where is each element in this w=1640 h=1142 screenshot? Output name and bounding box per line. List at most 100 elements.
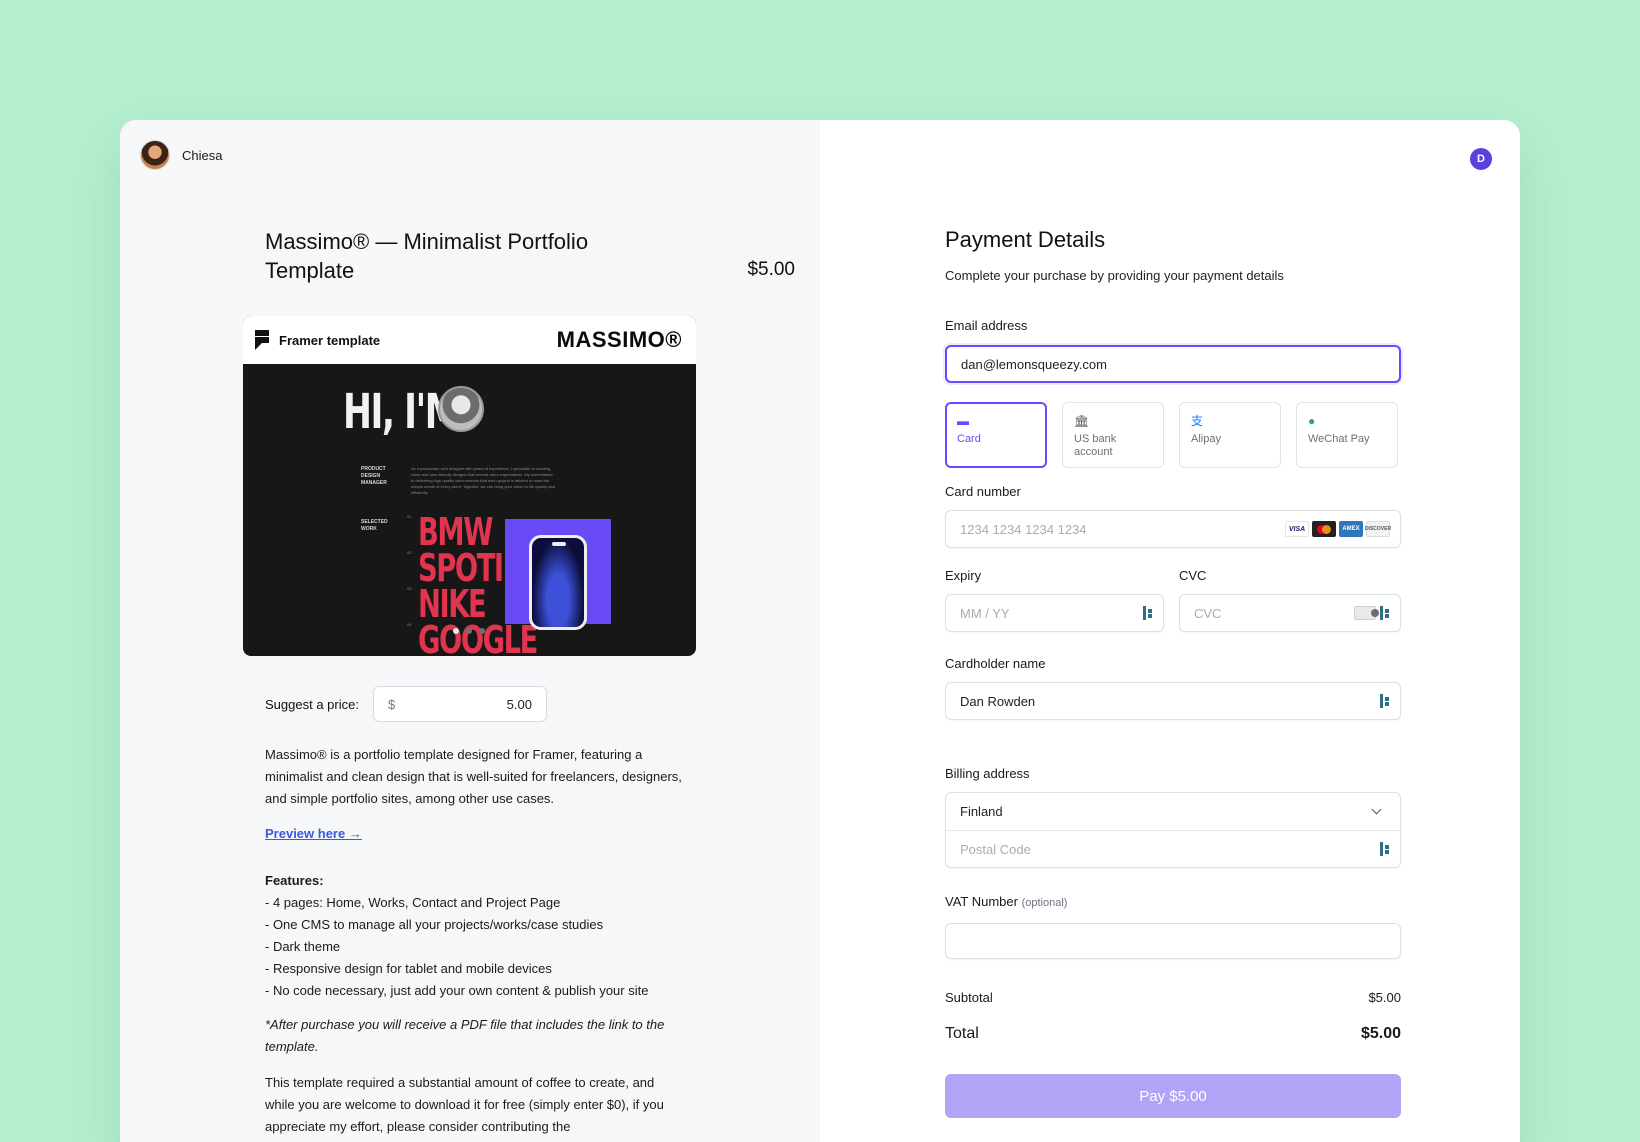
checkout-window: Chiesa Massimo® — Minimalist Portfolio T… xyxy=(120,120,1520,1142)
visa-icon: VISA xyxy=(1285,521,1309,537)
seller-avatar xyxy=(140,140,170,170)
feature-item: - One CMS to manage all your projects/wo… xyxy=(265,917,604,932)
payment-panel: D Payment Details Complete your purchase… xyxy=(820,120,1520,1142)
method-label: US bank account xyxy=(1074,433,1117,458)
preview-role-label: PRODUCT DESIGN MANAGER xyxy=(361,466,387,486)
cardholder-label: Cardholder name xyxy=(945,656,1046,671)
suggest-price: Suggest a price: $ 5.00 xyxy=(265,686,547,722)
feature-item: - Responsive design for tablet and mobil… xyxy=(265,961,552,976)
method-label: Alipay xyxy=(1191,433,1221,445)
autofill-icon[interactable] xyxy=(1380,606,1390,620)
seller-info: Chiesa xyxy=(140,140,222,170)
expiry-field[interactable]: MM / YY xyxy=(945,594,1164,632)
bank-icon: 🏛 xyxy=(1074,414,1090,428)
vat-field[interactable] xyxy=(945,923,1401,959)
cvc-field[interactable]: CVC xyxy=(1179,594,1401,632)
country-select[interactable]: Finland xyxy=(946,793,1400,830)
work-num: 02 xyxy=(407,550,412,555)
product-panel: Chiesa Massimo® — Minimalist Portfolio T… xyxy=(120,120,820,1142)
cvc-label: CVC xyxy=(1179,568,1207,583)
autofill-icon[interactable] xyxy=(1143,606,1153,620)
payment-methods: ▬ Card 🏛 US bank account 支 Alipay ● WeCh… xyxy=(945,402,1398,468)
vat-optional: (optional) xyxy=(1021,897,1068,909)
alipay-icon: 支 xyxy=(1191,414,1204,428)
subtotal-value: $5.00 xyxy=(1368,990,1401,1005)
billing-label: Billing address xyxy=(945,766,1030,781)
user-avatar[interactable]: D xyxy=(1470,148,1492,170)
product-preview-image: Framer template MASSIMO® HI, I'M PRODUCT… xyxy=(243,316,696,656)
suggest-price-label: Suggest a price: xyxy=(265,696,359,712)
carousel-dots xyxy=(453,628,485,634)
framer-badge: Framer template xyxy=(255,330,380,350)
preview-portrait xyxy=(438,386,484,432)
postal-code-placeholder: Postal Code xyxy=(960,841,1031,857)
method-label: WeChat Pay xyxy=(1308,433,1370,445)
card-icon: ▬ xyxy=(957,414,969,428)
features-list: Features: - 4 pages: Home, Works, Contac… xyxy=(265,870,705,1002)
email-label: Email address xyxy=(945,318,1028,333)
currency-symbol: $ xyxy=(387,696,396,712)
carousel-dot[interactable] xyxy=(466,628,472,634)
email-field[interactable]: dan@lemonsqueezy.com xyxy=(945,345,1401,383)
card-brands: VISA AMEX DISCOVER xyxy=(1285,521,1391,537)
expiry-label: Expiry xyxy=(945,568,982,583)
total-label: Total xyxy=(945,1025,979,1042)
billing-address: Finland Postal Code xyxy=(945,792,1401,868)
cvc-placeholder: CVC xyxy=(1194,605,1222,621)
feature-item: - Dark theme xyxy=(265,939,341,954)
subtotal-label: Subtotal xyxy=(945,990,993,1005)
work-num: 01 xyxy=(407,514,412,519)
carousel-dot[interactable] xyxy=(453,628,459,634)
massimo-logo: MASSIMO® xyxy=(556,327,682,352)
payment-subtitle: Complete your purchase by providing your… xyxy=(945,268,1284,283)
seller-name: Chiesa xyxy=(182,147,223,163)
preview-bio: As a passionate web designer with years … xyxy=(411,466,556,495)
discover-icon: DISCOVER xyxy=(1365,521,1391,537)
preview-selected-label: SELECTED WORK xyxy=(361,519,388,532)
total-row: Total $5.00 xyxy=(945,1025,1401,1043)
method-wechat-pay[interactable]: ● WeChat Pay xyxy=(1296,402,1398,468)
amex-icon: AMEX xyxy=(1339,521,1363,537)
card-number-label: Card number xyxy=(945,484,1021,499)
carousel-dot[interactable] xyxy=(479,628,485,634)
coffee-note: This template required a substantial amo… xyxy=(265,1075,664,1134)
feature-item: - No code necessary, just add your own c… xyxy=(265,983,649,998)
autofill-icon[interactable] xyxy=(1380,694,1390,708)
email-value: dan@lemonsqueezy.com xyxy=(961,356,1107,372)
pay-button[interactable]: Pay $5.00 xyxy=(945,1074,1401,1118)
framer-badge-label: Framer template xyxy=(279,332,381,348)
autofill-icon[interactable] xyxy=(1380,842,1390,856)
framer-logo-icon xyxy=(255,330,269,350)
preview-header: Framer template MASSIMO® xyxy=(243,316,696,364)
phone-mockup xyxy=(529,535,587,630)
preview-phone-card xyxy=(505,519,611,630)
product-title: Massimo® — Minimalist Portfolio Template xyxy=(265,229,589,283)
chevron-down-icon xyxy=(1371,804,1382,815)
payment-title: Payment Details xyxy=(945,227,1106,252)
expiry-placeholder: MM / YY xyxy=(960,605,1010,621)
card-number-field[interactable]: 1234 1234 1234 1234 VISA AMEX DISCOVER xyxy=(945,510,1401,548)
suggest-price-input[interactable]: $ 5.00 xyxy=(372,686,547,722)
cvc-card-icon xyxy=(1354,606,1379,620)
preview-link[interactable]: Preview here → xyxy=(265,826,362,841)
work-num: 03 xyxy=(407,586,412,591)
method-us-bank[interactable]: 🏛 US bank account xyxy=(1062,402,1164,468)
method-card[interactable]: ▬ Card xyxy=(945,402,1047,468)
suggest-price-value: 5.00 xyxy=(506,696,532,712)
features-title: Features: xyxy=(265,873,324,888)
feature-item: - 4 pages: Home, Works, Contact and Proj… xyxy=(265,895,561,910)
cardholder-field[interactable]: Dan Rowden xyxy=(945,682,1401,720)
vat-label: VAT Number (optional) xyxy=(945,894,1067,909)
country-value: Finland xyxy=(960,804,1003,819)
total-value: $5.00 xyxy=(1360,1025,1401,1042)
mastercard-icon xyxy=(1312,521,1336,537)
product-price: $5.00 xyxy=(747,259,795,280)
postal-code-field[interactable]: Postal Code xyxy=(946,830,1400,867)
method-alipay[interactable]: 支 Alipay xyxy=(1179,402,1281,468)
product-description: Massimo® is a portfolio template designe… xyxy=(265,747,682,806)
purchase-note: *After purchase you will receive a PDF f… xyxy=(265,1017,665,1054)
subtotal-row: Subtotal $5.00 xyxy=(945,990,1401,1005)
vat-label-text: VAT Number xyxy=(945,894,1018,909)
cardholder-value: Dan Rowden xyxy=(960,693,1036,709)
work-num: 04 xyxy=(407,622,412,627)
